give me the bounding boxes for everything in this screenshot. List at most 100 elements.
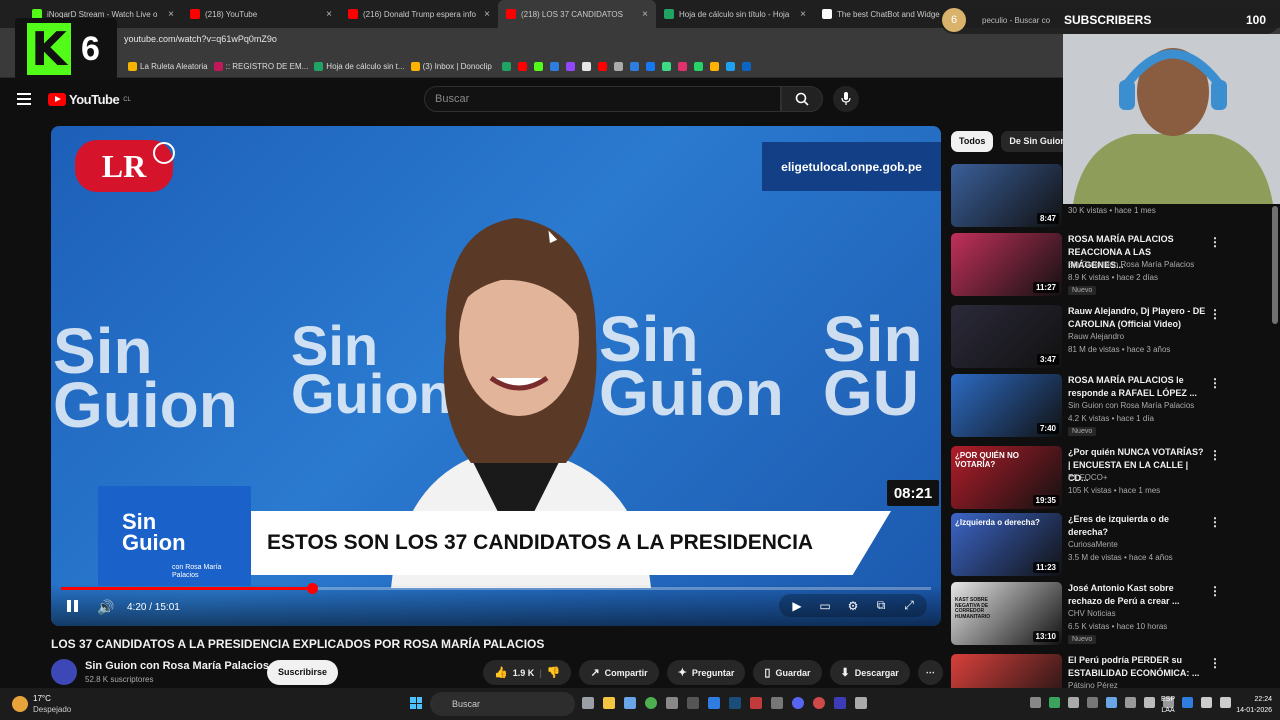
close-icon[interactable]: × <box>326 9 332 20</box>
discord-icon[interactable] <box>792 697 804 709</box>
bookmark-shortcut-icon[interactable] <box>629 62 639 71</box>
rec-channel[interactable]: Rauw Alejandro <box>1068 332 1228 341</box>
rec-channel[interactable]: Sin Guion con Rosa María Palacios <box>1068 260 1228 269</box>
sidebar-scrollbar[interactable] <box>1272 206 1278 324</box>
close-icon[interactable]: × <box>800 9 806 20</box>
bookmark-shortcut-icon[interactable] <box>581 62 591 71</box>
weather-icon[interactable] <box>12 696 28 712</box>
tray-icon-7[interactable] <box>1144 697 1155 708</box>
recommended-video[interactable]: 11:27 ROSA MARÍA PALACIOS REACCIONA A LAS… <box>951 233 1251 297</box>
recommended-video[interactable]: 11:23 ¿Izquierda o derecha? ¿Eres de izqui… <box>951 513 1251 577</box>
rec-title[interactable]: Rauw Alejandro, Dj Playero - DE CAROLINA… <box>1068 305 1206 331</box>
download-button[interactable]: ⬇ Descargar <box>829 660 910 685</box>
youtube-logo[interactable]: YouTube CL <box>48 92 131 107</box>
save-button[interactable]: ▯ Guardar <box>753 660 822 685</box>
steam-icon[interactable] <box>729 697 741 709</box>
browser-tab[interactable]: (216) Donald Trump espera info × <box>340 0 498 28</box>
bookmark-shortcut-icon[interactable] <box>549 62 559 71</box>
rec-title[interactable]: El Perú podría PERDER su ESTABILIDAD ECO… <box>1068 654 1206 680</box>
more-options-icon[interactable]: ⋮ <box>1209 376 1221 390</box>
fullscreen-icon[interactable]: ⤢ <box>901 598 917 613</box>
search-input[interactable]: Buscar <box>424 86 781 112</box>
more-options-icon[interactable]: ⋮ <box>1209 515 1221 529</box>
language-indicator[interactable]: ESP LAA <box>1161 694 1175 716</box>
voice-search-button[interactable] <box>833 86 859 112</box>
url-text[interactable]: youtube.com/watch?v=q61wPq0mZ9o <box>124 34 277 44</box>
app-icon-6[interactable] <box>687 697 699 709</box>
thumbs-down-icon[interactable]: 👎 <box>547 666 561 679</box>
rec-channel[interactable]: EL FOCO+ <box>1068 473 1228 482</box>
bookmark-shortcut-icon[interactable] <box>597 62 607 71</box>
volume-icon[interactable]: 🔊 <box>97 599 114 616</box>
more-options-icon[interactable]: ⋮ <box>1209 307 1221 321</box>
video-thumbnail[interactable]: 11:27 <box>951 233 1062 296</box>
recommended-video[interactable]: 3:47 Rauw Alejandro, Dj Playero - DE CARO… <box>951 305 1251 369</box>
progress-scrubber[interactable] <box>307 583 319 594</box>
more-options-icon[interactable]: ⋮ <box>1209 656 1221 670</box>
browser-tab[interactable]: (218) LOS 37 CANDIDATOS × <box>498 0 656 28</box>
tray-icon-9[interactable] <box>1182 697 1193 708</box>
bookmark-shortcut-icon[interactable] <box>645 62 655 71</box>
subscribe-button[interactable]: Suscribirse <box>267 660 339 685</box>
recommended-video[interactable]: 7:40 ROSA MARÍA PALACIOS le responde a RA… <box>951 374 1251 438</box>
app-icon-14[interactable] <box>855 697 867 709</box>
taskbar-search[interactable]: Buscar <box>430 692 575 716</box>
app-icon-12[interactable] <box>813 697 825 709</box>
menu-icon[interactable] <box>17 93 31 105</box>
video-thumbnail[interactable]: 7:40 <box>951 374 1062 437</box>
bookmark-item[interactable]: La Ruleta Aleatoria <box>128 62 208 71</box>
bookmark-shortcut-icon[interactable] <box>613 62 623 71</box>
like-button[interactable]: 👍 1.9 K | 👎 <box>483 660 572 685</box>
app-icon-5[interactable] <box>666 697 678 709</box>
video-thumbnail[interactable]: 13:10 KAST SOBRE NEGATIVA DE CORREDOR HUM… <box>951 582 1062 645</box>
video-thumbnail[interactable]: 11:23 ¿Izquierda o derecha? <box>951 513 1062 576</box>
tray-icon-5[interactable] <box>1106 697 1117 708</box>
bookmark-shortcut-icon[interactable] <box>501 62 511 71</box>
browser-tab[interactable]: (218) YouTube × <box>182 0 340 28</box>
more-options-icon[interactable]: ⋮ <box>1209 584 1221 598</box>
close-icon[interactable]: × <box>484 9 490 20</box>
rec-channel[interactable]: CuriosaMente <box>1068 540 1228 549</box>
bookmark-shortcut-icon[interactable] <box>693 62 703 71</box>
bookmark-shortcut-icon[interactable] <box>533 62 543 71</box>
video-thumbnail[interactable]: 3:47 <box>951 305 1062 368</box>
bookmark-item[interactable]: (3) Inbox | Donoclip <box>410 62 492 71</box>
autoplay-toggle-icon[interactable]: ▶ <box>789 599 805 613</box>
video-thumbnail[interactable]: 8:47 <box>951 164 1062 227</box>
pause-icon[interactable] <box>65 600 79 614</box>
browser-tab[interactable]: Hoja de cálculo sin título - Hoja × <box>656 0 814 28</box>
bookmark-shortcut-icon[interactable] <box>661 62 671 71</box>
ask-button[interactable]: ✦ Preguntar <box>666 660 746 685</box>
tray-icon-4[interactable] <box>1087 697 1098 708</box>
search-button[interactable] <box>781 86 823 112</box>
bookmark-shortcut-icon[interactable] <box>677 62 687 71</box>
rec-title[interactable]: ¿Eres de izquierda o de derecha? <box>1068 513 1206 539</box>
more-options-icon[interactable]: ⋮ <box>1209 448 1221 462</box>
task-view-icon[interactable] <box>582 697 594 709</box>
tray-icon-2[interactable] <box>1049 697 1060 708</box>
chip-all[interactable]: Todos <box>951 131 994 152</box>
video-player[interactable]: Sin Guion Sin Guion Sin Guion Sin GU LR elig… <box>51 126 941 626</box>
more-actions-button[interactable]: ⋯ <box>917 660 943 685</box>
progress-bar[interactable] <box>61 583 931 594</box>
channel-name[interactable]: Sin Guion con Rosa María Palacios <box>85 660 269 672</box>
more-options-icon[interactable]: ⋮ <box>1209 235 1221 249</box>
tray-icon-1[interactable] <box>1030 697 1041 708</box>
explorer-window-icon[interactable] <box>624 697 636 709</box>
channel-avatar[interactable] <box>51 659 77 685</box>
recommended-video[interactable]: 19:35 ¿POR QUIÉN NO VOTARÍA? ¿Por quién NU… <box>951 446 1251 510</box>
bookmark-shortcut-icon[interactable] <box>741 62 751 71</box>
tray-icon-3[interactable] <box>1068 697 1079 708</box>
bookmark-shortcut-icon[interactable] <box>517 62 527 71</box>
bookmark-shortcut-icon[interactable] <box>725 62 735 71</box>
bookmark-shortcut-icon[interactable] <box>709 62 719 71</box>
rec-channel[interactable]: CHV Noticias <box>1068 609 1228 618</box>
tray-icon-10[interactable] <box>1201 697 1212 708</box>
rec-title[interactable]: ROSA MARÍA PALACIOS le responde a RAFAEL… <box>1068 374 1206 400</box>
rec-channel[interactable]: Sin Guion con Rosa María Palacios <box>1068 401 1228 410</box>
app-icon-9[interactable] <box>750 697 762 709</box>
clock[interactable]: 22:24 14-01-2026 <box>1224 694 1272 716</box>
rec-title[interactable]: José Antonio Kast sobre rechazo de Perú … <box>1068 582 1206 608</box>
bookmark-shortcut-icon[interactable] <box>565 62 575 71</box>
miniplayer-icon[interactable]: ⧉ <box>873 598 889 613</box>
